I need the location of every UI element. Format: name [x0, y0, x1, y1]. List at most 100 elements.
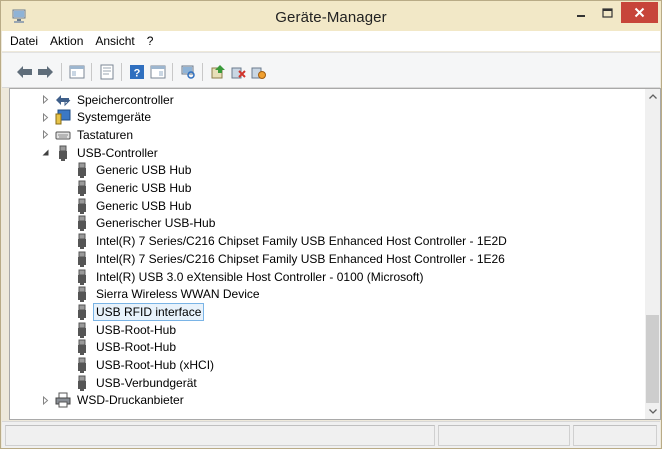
usb-device-icon [74, 215, 90, 232]
usb-device-icon [74, 339, 90, 356]
window-title: Geräte-Manager [275, 9, 387, 26]
tree-device[interactable]: Intel(R) 7 Series/C216 Chipset Family US… [74, 250, 507, 267]
toolbar-separator [121, 63, 122, 81]
scan-hardware-icon [181, 65, 195, 79]
printer-icon [55, 392, 71, 408]
tree-device[interactable]: Generic USB Hub [74, 162, 193, 179]
menu-action[interactable]: Aktion [44, 31, 89, 51]
maximize-button[interactable] [594, 2, 620, 23]
close-icon [634, 7, 645, 18]
usb-device-icon [74, 198, 90, 214]
chevron-up-icon [648, 94, 657, 99]
tree-device[interactable]: USB RFID interface [74, 302, 205, 321]
tree-device[interactable]: Generischer USB-Hub [74, 215, 217, 232]
status-pane-main [5, 425, 435, 446]
tree-device[interactable]: Intel(R) USB 3.0 eXtensible Host Control… [74, 268, 425, 285]
status-pane-secondary [438, 425, 570, 446]
forward-icon [38, 66, 53, 78]
tree-node-label: USB-Root-Hub [96, 340, 177, 355]
usb-device-icon [74, 286, 90, 303]
show-hide-tree-icon [69, 65, 85, 79]
toolbar-separator [172, 63, 173, 81]
storage-controller-icon [55, 92, 71, 108]
forward-button[interactable] [36, 63, 54, 81]
toolbar-separator [202, 63, 203, 81]
usb-device-icon [74, 162, 90, 179]
close-button[interactable] [621, 2, 658, 23]
tree-node-label: Intel(R) 7 Series/C216 Chipset Family US… [96, 234, 507, 249]
view-button[interactable] [149, 63, 167, 81]
tree-device[interactable]: USB-Verbundgerät [74, 374, 199, 391]
menu-bar: Datei Aktion Ansicht ? [2, 31, 660, 51]
usb-device-icon [74, 180, 90, 196]
tree-node-label: WSD-Druckanbieter [77, 393, 184, 408]
vertical-scrollbar[interactable] [645, 89, 660, 419]
help-button[interactable]: ? [128, 63, 146, 81]
tree-node-label: USB-Verbundgerät [96, 375, 197, 390]
uninstall-device-button[interactable] [249, 63, 267, 81]
toolbar-separator [61, 63, 62, 81]
scroll-down-button[interactable] [645, 404, 660, 419]
scroll-up-button[interactable] [645, 89, 660, 104]
toolbar: ? [2, 52, 660, 88]
minimize-icon [577, 14, 585, 17]
view-icon [150, 65, 166, 79]
collapsed-arrow-icon[interactable] [41, 130, 50, 140]
title-bar[interactable]: Geräte-Manager [1, 1, 661, 31]
usb-device-icon [74, 304, 90, 320]
tree-node-label: USB-Controller [77, 145, 158, 160]
menu-file[interactable]: Datei [2, 31, 44, 51]
scan-hardware-button[interactable] [179, 63, 197, 81]
update-driver-button[interactable] [209, 63, 227, 81]
show-hide-tree-button[interactable] [68, 63, 86, 81]
tree-device[interactable]: USB-Root-Hub [74, 321, 178, 338]
help-icon: ? [130, 65, 144, 80]
tree-category[interactable]: Tastaturen [41, 126, 135, 143]
maximize-icon [601, 7, 613, 18]
tree-device[interactable]: USB-Root-Hub (xHCI) [74, 357, 216, 374]
minimize-button[interactable] [568, 2, 594, 23]
tree-node-label: Generischer USB-Hub [96, 216, 216, 231]
tree-device[interactable]: USB-Root-Hub [74, 339, 178, 356]
tree-category[interactable]: Speichercontroller [41, 91, 176, 108]
device-manager-window: Geräte-Manager Datei Aktion Ansicht ? ? … [0, 0, 662, 449]
collapsed-arrow-icon[interactable] [41, 95, 50, 104]
back-button[interactable] [16, 63, 34, 81]
usb-device-icon [74, 269, 90, 285]
tree-node-label: Systemgeräte [77, 110, 152, 125]
tree-device[interactable]: Intel(R) 7 Series/C216 Chipset Family US… [74, 233, 509, 250]
system-devices-icon [55, 109, 71, 125]
tree-device[interactable]: Generic USB Hub [74, 180, 193, 197]
collapsed-arrow-icon[interactable] [41, 112, 50, 122]
uninstall-device-icon [251, 67, 266, 79]
menu-help[interactable]: ? [141, 31, 160, 51]
usb-device-icon [74, 233, 90, 250]
keyboard-icon [55, 127, 71, 143]
tree-category[interactable]: WSD-Druckanbieter [41, 392, 186, 409]
tree-node-label: Speichercontroller [77, 92, 174, 107]
tree-node-label: Intel(R) 7 Series/C216 Chipset Family US… [96, 251, 505, 266]
scrollbar-thumb[interactable] [646, 315, 659, 403]
tree-category[interactable]: Systemgeräte [41, 109, 153, 126]
chevron-down-icon [648, 409, 657, 414]
tree-device[interactable]: Generic USB Hub [74, 197, 193, 214]
tree-node-label: Generic USB Hub [96, 163, 192, 178]
tree-device[interactable]: Sierra Wireless WWAN Device [74, 286, 262, 303]
expanded-arrow-icon[interactable] [41, 148, 50, 157]
svg-text:?: ? [134, 68, 141, 80]
usb-device-icon [74, 375, 90, 391]
toolbar-separator [91, 63, 92, 81]
disable-device-icon [231, 67, 246, 79]
tree-category[interactable]: USB-Controller [41, 144, 160, 161]
tree-node-label: Intel(R) USB 3.0 eXtensible Host Control… [96, 269, 424, 284]
properties-button[interactable] [98, 63, 116, 81]
tree-node-label: Tastaturen [77, 127, 134, 142]
menu-view[interactable]: Ansicht [89, 31, 140, 51]
usb-device-icon [74, 251, 90, 267]
usb-device-icon [74, 357, 90, 373]
collapsed-arrow-icon[interactable] [41, 395, 50, 405]
back-icon [17, 66, 32, 78]
status-bar [2, 421, 660, 448]
disable-device-button[interactable] [229, 63, 247, 81]
device-tree[interactable]: Speichercontroller Systemgeräte Tastaturen… [9, 88, 661, 420]
